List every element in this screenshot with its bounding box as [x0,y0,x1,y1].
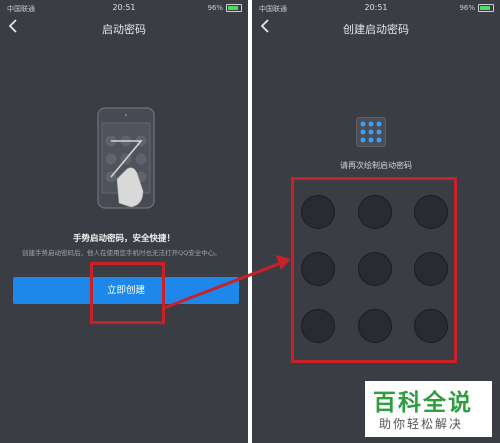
watermark-logo: 百科全说 助你轻松解决 [365,381,492,437]
watermark-subtitle: 助你轻松解决 [379,417,464,431]
watermark-title: 百科全说 [373,390,473,416]
annotation-arrow-icon [163,255,291,310]
